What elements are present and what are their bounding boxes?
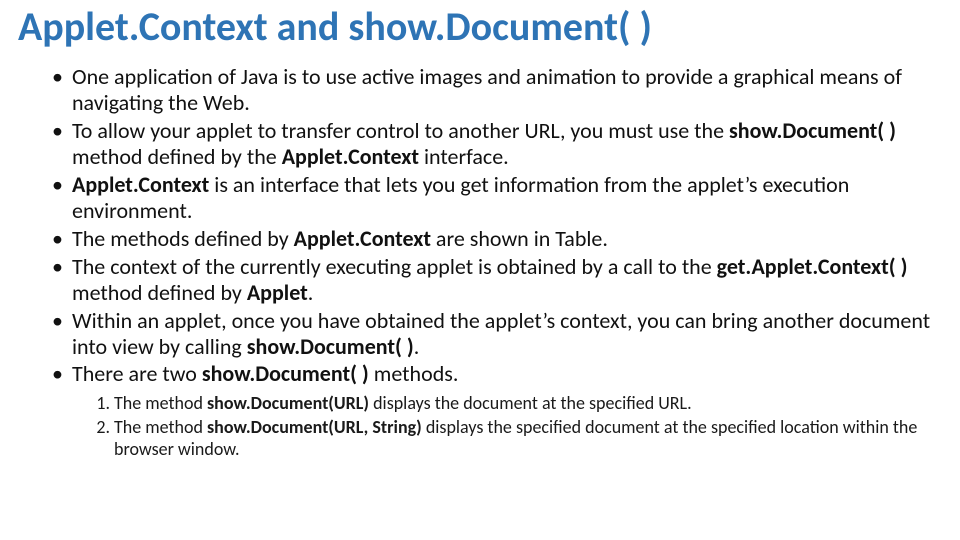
- text: .: [308, 279, 314, 306]
- bullet-item: One application of Java is to use active…: [72, 64, 934, 116]
- slide-title: Applet.Context and show.Document( ): [18, 4, 942, 50]
- text: method defined by: [72, 279, 247, 306]
- text: method defined by the: [72, 143, 282, 170]
- text: The context of the currently executing a…: [72, 253, 717, 280]
- text: methods.: [369, 360, 459, 387]
- bold-text: Applet: [247, 279, 308, 306]
- bullet-item: To allow your applet to transfer control…: [72, 118, 934, 170]
- text: .: [414, 333, 420, 360]
- sub-item: The method show.Document(URL) displays t…: [114, 393, 922, 415]
- bullet-list: One application of Java is to use active…: [18, 64, 942, 387]
- bullet-item: Applet.Context is an interface that lets…: [72, 172, 934, 224]
- text: displays the document at the specified U…: [369, 392, 692, 414]
- text: are shown in Table.: [431, 225, 608, 252]
- bold-text: show.Document(URL): [207, 392, 369, 414]
- text: Within an applet, once you have obtained…: [72, 307, 930, 360]
- bold-text: get.Applet.Context( ): [717, 253, 908, 280]
- bold-text: show.Document( ): [729, 117, 896, 144]
- bold-text: show.Document( ): [202, 360, 369, 387]
- bold-text: show.Document( ): [247, 333, 414, 360]
- bullet-item: Within an applet, once you have obtained…: [72, 308, 934, 360]
- text: One application of Java is to use active…: [72, 63, 902, 116]
- text: The method: [114, 416, 207, 438]
- bullet-item: There are two show.Document( ) methods.: [72, 361, 934, 387]
- sub-item: The method show.Document(URL, String) di…: [114, 417, 922, 461]
- bold-text: show.Document(URL, String): [207, 416, 422, 438]
- text: The methods defined by: [72, 225, 294, 252]
- bold-text: Applet.Context: [282, 143, 419, 170]
- bullet-item: The methods defined by Applet.Context ar…: [72, 226, 934, 252]
- bold-text: Applet.Context: [72, 171, 209, 198]
- text: The method: [114, 392, 207, 414]
- text: There are two: [72, 360, 202, 387]
- slide: Applet.Context and show.Document( ) One …: [0, 0, 960, 540]
- bold-text: Applet.Context: [294, 225, 431, 252]
- numbered-sublist: The method show.Document(URL) displays t…: [18, 393, 942, 461]
- text: To allow your applet to transfer control…: [72, 117, 729, 144]
- bullet-item: The context of the currently executing a…: [72, 254, 934, 306]
- text: interface.: [419, 143, 509, 170]
